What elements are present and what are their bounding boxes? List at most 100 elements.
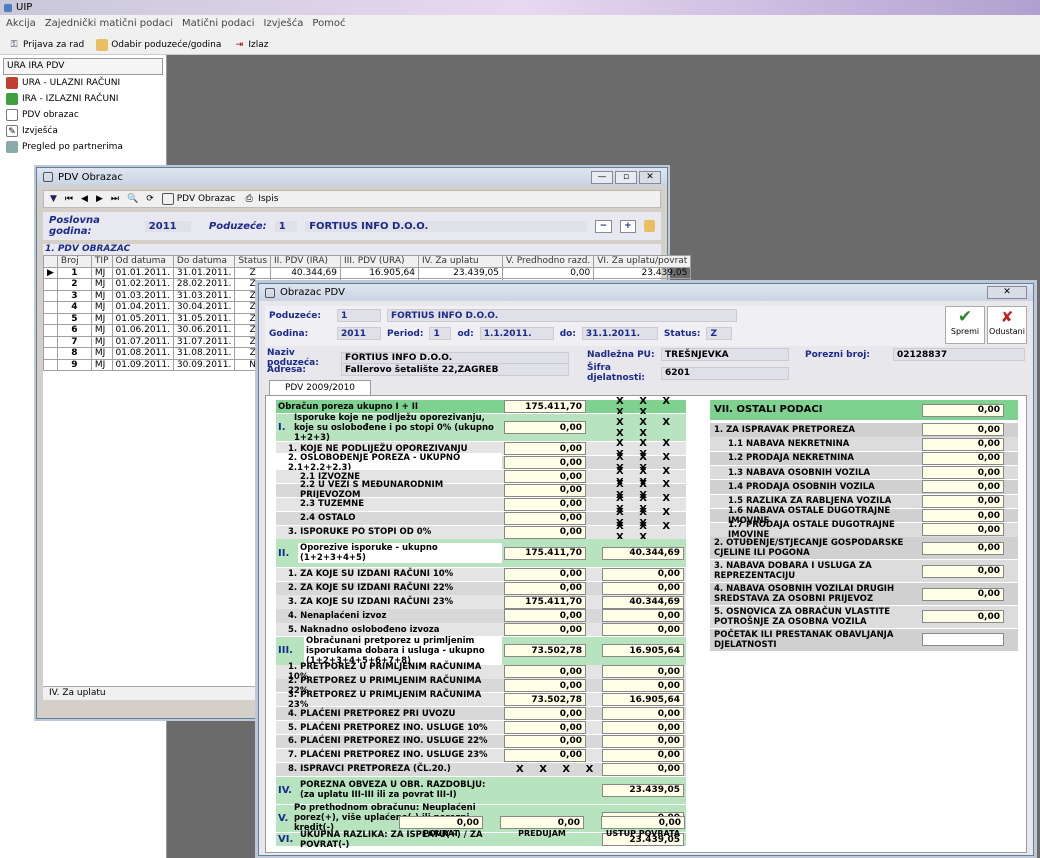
amount-field[interactable]: 73.502,78 <box>504 693 586 707</box>
nav-item-izvjesca[interactable]: ✎ Izvješća <box>0 123 166 139</box>
ostali-field[interactable]: 0,00 <box>922 494 1004 508</box>
folder-icon[interactable] <box>644 220 656 232</box>
ostali-field[interactable]: 0,00 <box>922 564 1004 578</box>
cancel-button[interactable]: ✘ Odustani <box>987 306 1027 344</box>
tax-field[interactable]: 0,00 <box>602 567 684 581</box>
ostali-field[interactable]: 0,00 <box>922 523 1004 537</box>
col-header[interactable]: V. Predhodno razd. <box>502 255 595 268</box>
last-record-icon[interactable]: ⏭ <box>111 194 119 204</box>
tax-field[interactable]: 0,00 <box>602 665 684 679</box>
refresh-icon[interactable]: ⟳ <box>146 194 154 204</box>
amount-field[interactable]: 0,00 <box>504 581 586 595</box>
amount-field[interactable]: 175.411,70 <box>504 546 586 560</box>
tax-field[interactable]: 0,00 <box>602 707 684 721</box>
nav-item-pdv[interactable]: PDV obrazac <box>0 107 166 123</box>
col-header[interactable]: Status <box>234 255 272 268</box>
ostali-field[interactable]: 0,00 <box>922 509 1004 523</box>
tax-field[interactable]: 0,00 <box>602 679 684 693</box>
menu-maticni[interactable]: Matični podaci <box>182 18 254 32</box>
ostali-field[interactable]: 0,00 <box>922 451 1004 465</box>
nav-item-ura[interactable]: URA - ULAZNI RAČUNI <box>0 75 166 91</box>
amount-field[interactable]: 0,00 <box>504 707 586 721</box>
save-button[interactable]: ✔ Spremi <box>945 306 985 344</box>
plus-button[interactable]: + <box>619 219 637 233</box>
minimize-button[interactable]: — <box>591 170 613 184</box>
ostali-field[interactable]: 0,00 <box>922 587 1004 601</box>
amount-field[interactable]: 0,00 <box>504 483 586 497</box>
amount-field[interactable]: 0,00 <box>504 470 586 484</box>
close-button[interactable]: ✕ <box>987 286 1027 299</box>
pdv-obrazac-button[interactable]: PDV Obrazac <box>161 193 235 205</box>
minus-button[interactable]: − <box>595 219 612 233</box>
next-record-icon[interactable]: ▶ <box>96 194 103 204</box>
search-icon[interactable]: 🔍 <box>127 194 138 204</box>
maximize-button[interactable]: ▫ <box>615 170 637 184</box>
col-header[interactable]: TIP <box>90 255 113 268</box>
ostali-field[interactable]: 0,00 <box>922 403 1004 417</box>
tax-field[interactable]: 0,00 <box>602 762 684 776</box>
tax-field[interactable]: 0,00 <box>602 581 684 595</box>
col-header[interactable]: III. PDV (URA) <box>340 255 420 268</box>
prev-record-icon[interactable]: ◀ <box>81 194 88 204</box>
ostali-field[interactable]: 0,00 <box>922 437 1004 451</box>
tax-field[interactable]: 23.439,05 <box>602 783 684 797</box>
tax-field[interactable]: 0,00 <box>602 721 684 735</box>
ostali-field[interactable]: 0,00 <box>922 610 1004 624</box>
amount-field[interactable]: 0,00 <box>504 623 586 637</box>
col-header[interactable]: IV. Za uplatu <box>418 255 504 268</box>
dropdown-icon[interactable]: ▼ <box>50 194 57 204</box>
ostali-row-label: 2. OTUĐENJE/STJECANJE GOSPODARSKE CJELIN… <box>714 538 904 559</box>
tax-field[interactable]: 40.344,69 <box>602 546 684 560</box>
ostali-field[interactable]: 0,00 <box>922 480 1004 494</box>
amount-field[interactable]: 0,00 <box>504 734 586 748</box>
tax-field[interactable]: 0,00 <box>602 734 684 748</box>
print-button[interactable]: ⎙ Ispis <box>243 193 279 205</box>
nav-item-partneri[interactable]: Pregled po partnerima <box>0 139 166 155</box>
amount-field[interactable]: 0,00 <box>504 721 586 735</box>
col-header[interactable]: Od datuma <box>111 255 174 268</box>
tax-field[interactable]: 0,00 <box>602 623 684 637</box>
amount-field[interactable]: 0,00 <box>504 679 586 693</box>
ostali-field[interactable]: 0,00 <box>922 423 1004 437</box>
first-record-icon[interactable]: ⏮ <box>65 194 73 204</box>
login-button[interactable]: ⚿ Prijava za rad <box>8 39 85 51</box>
col-header[interactable]: Broj <box>56 255 92 268</box>
ostali-field[interactable] <box>922 633 1004 647</box>
ostali-field[interactable]: 0,00 <box>922 541 1004 555</box>
exit-button[interactable]: ⇥ Izlaz <box>233 39 269 51</box>
amount-field[interactable]: 0,00 <box>504 442 586 456</box>
tab-pdv-2009[interactable]: PDV 2009/2010 <box>269 380 371 396</box>
amount-field[interactable]: 0,00 <box>504 511 586 525</box>
amount-field[interactable]: 0,00 <box>504 609 586 623</box>
col-header[interactable]: II. PDV (IRA) <box>270 255 342 268</box>
tax-field[interactable]: 0,00 <box>602 748 684 762</box>
amount-field[interactable]: 0,00 <box>504 456 586 470</box>
tax-field[interactable]: 0,00 <box>602 609 684 623</box>
tax-field[interactable]: 16.905,64 <box>602 644 684 658</box>
bottom-value[interactable]: 0,00 <box>601 816 685 829</box>
close-button[interactable]: ✕ <box>639 170 661 184</box>
col-header[interactable]: Do datuma <box>172 255 236 268</box>
amount-field[interactable]: 0,00 <box>504 748 586 762</box>
menu-izvjesca[interactable]: Izvješća <box>264 18 304 32</box>
menu-pomoc[interactable]: Pomoć <box>312 18 345 32</box>
amount-field[interactable]: 175.411,70 <box>504 400 586 414</box>
tax-field[interactable]: 16.905,64 <box>602 693 684 707</box>
table-row[interactable]: ▶ 1 MJ 01.01.2011. 31.01.2011. Z 40.344,69 16.9… <box>43 266 692 279</box>
tax-field[interactable]: 40.344,69 <box>602 595 684 609</box>
bottom-value[interactable]: 0,00 <box>500 816 584 829</box>
amount-field[interactable]: 175.411,70 <box>504 595 586 609</box>
menu-akcija[interactable]: Akcija <box>6 18 36 32</box>
amount-field[interactable]: 0,00 <box>504 525 586 539</box>
bottom-value[interactable]: 0,00 <box>399 816 483 829</box>
amount-field[interactable]: 0,00 <box>504 421 586 435</box>
amount-field[interactable]: 73.502,78 <box>504 644 586 658</box>
nav-item-ira[interactable]: IRA - IZLAZNI RAČUNI <box>0 91 166 107</box>
select-company-button[interactable]: Odabir poduzeće/godina <box>96 38 221 51</box>
col-header[interactable]: VI. Za uplatu/povrat <box>593 255 692 268</box>
amount-field[interactable]: 0,00 <box>504 567 586 581</box>
amount-field[interactable]: 0,00 <box>504 497 586 511</box>
amount-field[interactable]: 0,00 <box>504 665 586 679</box>
menu-zajednicki[interactable]: Zajednički matični podaci <box>45 18 173 32</box>
ostali-field[interactable]: 0,00 <box>922 466 1004 480</box>
